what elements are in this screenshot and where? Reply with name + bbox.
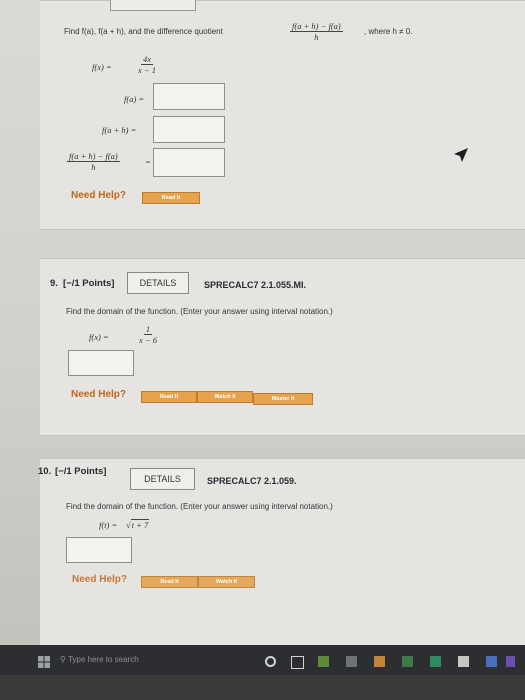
q9-problem-code: SPRECALC7 2.1.055.MI. xyxy=(204,280,307,290)
q10-func-lhs: f(t) = xyxy=(99,520,118,530)
cortana-icon[interactable] xyxy=(265,656,276,667)
previous-button-edge[interactable] xyxy=(110,0,196,11)
q10-watch-it-button[interactable]: Watch It xyxy=(198,576,255,588)
q8-read-it-button[interactable]: Read It xyxy=(142,192,200,204)
q9-need-help: Need Help? xyxy=(71,389,127,400)
app-icon-green[interactable] xyxy=(318,656,329,667)
q10-problem-code: SPRECALC7 2.1.059. xyxy=(207,476,297,486)
q8-func-num: 4x xyxy=(140,54,154,65)
q9-func-fraction: 1 x − 6 xyxy=(139,324,157,345)
windows-start-icon[interactable] xyxy=(38,656,50,668)
q8-answer-fah[interactable] xyxy=(153,116,225,143)
q8-func-fraction: 4x x − 1 xyxy=(138,54,156,75)
q8-answer-dq[interactable] xyxy=(153,148,225,177)
q8-dq-den: h xyxy=(91,162,96,172)
app-icon-teal[interactable] xyxy=(430,656,441,667)
q8-answer-fa[interactable] xyxy=(153,83,225,110)
q9-func-num: 1 xyxy=(143,324,153,335)
q10-read-it-button[interactable]: Read It xyxy=(141,576,198,588)
q9-func-lhs: f(x) = xyxy=(89,332,109,342)
q8-prompt-num: f(a + h) − f(a) xyxy=(290,21,343,32)
q9-answer-domain[interactable] xyxy=(68,350,134,376)
app-icon-dark-green[interactable] xyxy=(402,656,413,667)
app-icon-purple[interactable] xyxy=(506,656,515,667)
q9-master-it-button[interactable]: Master It xyxy=(253,393,313,405)
q8-prompt-den: h xyxy=(314,32,319,42)
q8-func-den: x − 1 xyxy=(138,65,157,75)
q8-prompt-lead: Find f(a), f(a + h), and the difference … xyxy=(64,27,223,36)
q9-func-den: x − 6 xyxy=(139,335,158,345)
q10-answer-domain[interactable] xyxy=(66,537,132,563)
q8-need-help: Need Help? xyxy=(71,190,127,201)
search-icon: ⚲ xyxy=(60,655,68,664)
q8-prompt-fraction: f(a + h) − f(a) h xyxy=(290,21,343,42)
q8-label-fah: f(a + h) = xyxy=(102,125,137,135)
file-explorer-icon[interactable] xyxy=(374,656,385,667)
q10-func-radicand: t + 7 xyxy=(130,519,150,530)
q8-label-fa: f(a) = xyxy=(124,94,145,104)
q8-prompt-tail: , where h ≠ 0. xyxy=(364,27,413,36)
laptop-bezel xyxy=(0,675,525,700)
app-icon-light[interactable] xyxy=(458,656,469,667)
q10-need-help: Need Help? xyxy=(72,574,128,585)
q9-prompt: Find the domain of the function. (Enter … xyxy=(66,307,333,316)
q10-points: [−/1 Points] xyxy=(55,466,107,477)
q8-dq-fraction: f(a + h) − f(a) h xyxy=(67,151,120,172)
q10-func-radical: √t + 7 xyxy=(126,519,150,530)
q9-watch-it-button[interactable]: Watch It xyxy=(197,391,253,403)
q9-details-button[interactable]: DETAILS xyxy=(127,272,189,294)
q10-details-button[interactable]: DETAILS xyxy=(130,468,195,490)
sqrt-icon: √ xyxy=(126,520,131,530)
taskbar-search-placeholder: Type here to search xyxy=(67,655,139,664)
q10-prompt: Find the domain of the function. (Enter … xyxy=(66,502,333,511)
q9-points: [−/1 Points] xyxy=(63,278,115,289)
app-icon-blue[interactable] xyxy=(486,656,497,667)
task-view-icon[interactable] xyxy=(291,656,304,669)
q10-number: 10. xyxy=(38,466,52,477)
q8-dq-num: f(a + h) − f(a) xyxy=(67,151,120,162)
q9-read-it-button[interactable]: Read It xyxy=(141,391,197,403)
q8-func-lhs: f(x) = xyxy=(92,62,112,72)
q8-dq-equals: = xyxy=(145,157,151,167)
taskbar-search[interactable]: ⚲ Type here to search xyxy=(60,652,180,668)
browser-page: Find f(a), f(a + h), and the difference … xyxy=(0,0,525,645)
app-icon-gray[interactable] xyxy=(346,656,357,667)
mouse-cursor-icon xyxy=(454,148,468,162)
q9-number: 9. xyxy=(50,278,58,289)
